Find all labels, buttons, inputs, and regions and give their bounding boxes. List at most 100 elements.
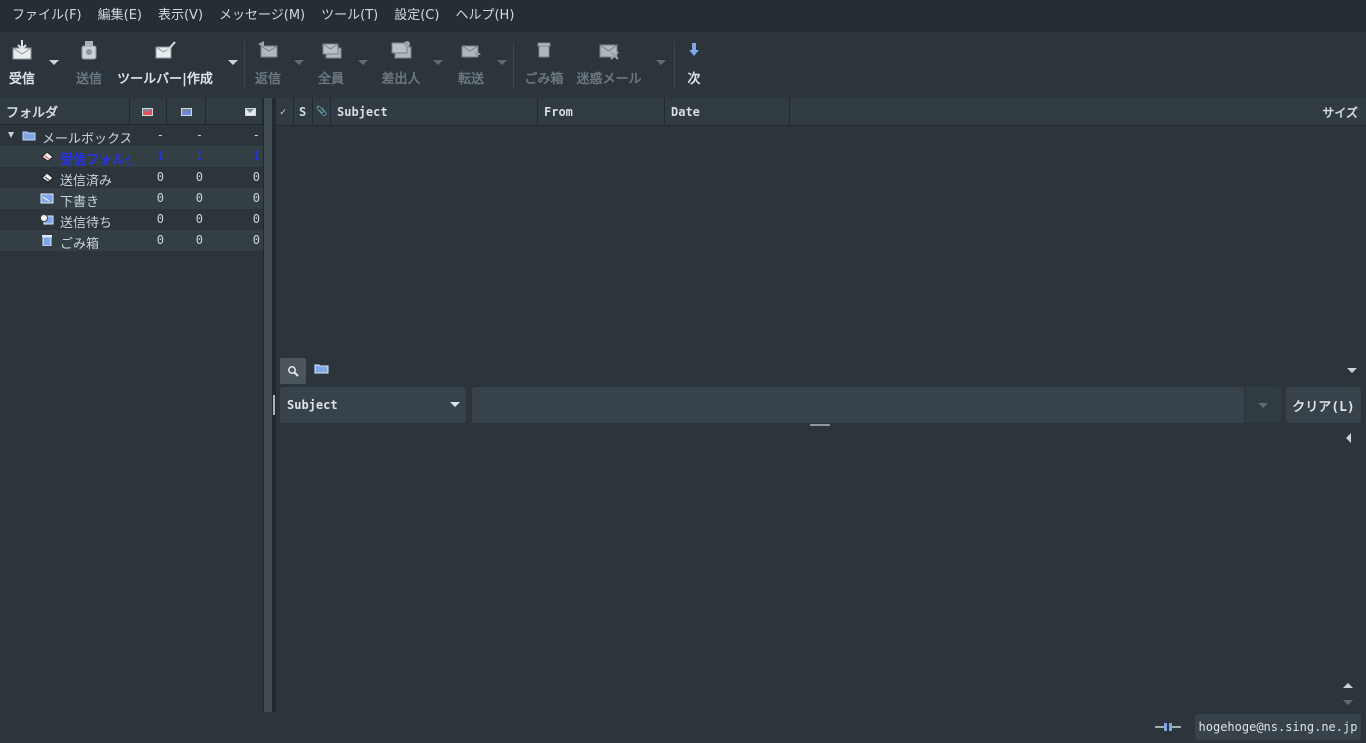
forward-icon bbox=[459, 36, 483, 64]
junk-button[interactable]: 迷惑メール bbox=[576, 36, 642, 92]
send-label: 送信 bbox=[75, 72, 102, 87]
compose-button[interactable]: ツールバー|作成 bbox=[116, 36, 214, 92]
menu-edit[interactable]: 編集(E) bbox=[90, 0, 150, 32]
menu-view[interactable]: 表示(V) bbox=[150, 0, 211, 32]
toolbar: 受信 送信 ツールバー|作成 返信 全員 差出人 転送 ごみ箱 迷惑メール 次 bbox=[0, 32, 1366, 98]
send-icon bbox=[77, 36, 101, 64]
new-count-column-header[interactable] bbox=[130, 98, 168, 125]
folder-name: 下書き bbox=[60, 195, 100, 210]
forward-dropdown-button[interactable] bbox=[497, 60, 507, 65]
folder-row-draft[interactable]: 下書き 0 0 0 bbox=[0, 188, 263, 210]
menu-settings[interactable]: 設定(C) bbox=[386, 0, 447, 32]
menu-file[interactable]: ファイル(F) bbox=[4, 0, 90, 32]
reply-icon bbox=[256, 36, 280, 64]
send-button[interactable]: 送信 bbox=[74, 36, 104, 92]
menu-message[interactable]: メッセージ(M) bbox=[211, 0, 313, 32]
receive-button[interactable]: 受信 bbox=[8, 36, 36, 92]
folder-total-count: - bbox=[252, 128, 260, 142]
quick-search-collapse-icon[interactable] bbox=[1347, 368, 1357, 373]
folder-column-header[interactable]: フォルダ bbox=[0, 98, 130, 125]
reply-all-button[interactable]: 全員 bbox=[316, 36, 346, 92]
scroll-up-icon[interactable] bbox=[1343, 683, 1353, 688]
scroll-left-icon[interactable] bbox=[1346, 433, 1351, 443]
folder-row-inbox[interactable]: 受信フォルダ 1 1 1 bbox=[0, 146, 263, 168]
trash-button[interactable]: ごみ箱 bbox=[524, 36, 564, 92]
reply-sender-dropdown-button[interactable] bbox=[433, 60, 443, 65]
clear-button[interactable]: クリア(L) bbox=[1286, 387, 1361, 423]
junk-label: 迷惑メール bbox=[576, 72, 642, 87]
size-column-header[interactable]: サイズ bbox=[790, 98, 1366, 126]
pane-resize-handle[interactable] bbox=[810, 424, 830, 426]
reply-all-dropdown-button[interactable] bbox=[358, 60, 368, 65]
menu-tools[interactable]: ツール(T) bbox=[313, 0, 386, 32]
search-toggle-button[interactable] bbox=[280, 358, 306, 384]
arrow-down-icon bbox=[688, 36, 700, 64]
trash-icon bbox=[42, 235, 52, 246]
folder-new-count: 0 bbox=[156, 170, 164, 184]
reply-dropdown-button[interactable] bbox=[294, 60, 304, 65]
compose-icon bbox=[153, 36, 177, 64]
folder-row-trash[interactable]: ごみ箱 0 0 0 bbox=[0, 230, 263, 252]
folder-header: フォルダ bbox=[0, 98, 263, 125]
folder-new-count: 0 bbox=[156, 212, 164, 226]
folder-pane: フォルダ メールボックス - - - 受信フォルダ 1 1 1 送信済み 0 0… bbox=[0, 98, 264, 712]
date-column-header[interactable]: Date bbox=[665, 98, 790, 126]
message-view[interactable] bbox=[276, 428, 1332, 710]
folder-unread-count: 1 bbox=[195, 149, 203, 163]
message-view-scrollbar[interactable] bbox=[1332, 428, 1366, 710]
pane-splitter[interactable] bbox=[264, 98, 272, 712]
trash-can-icon bbox=[534, 36, 554, 64]
compose-label: ツールバー|作成 bbox=[117, 72, 213, 87]
account-label[interactable]: hogehoge@ns.sing.ne.jp bbox=[1195, 714, 1361, 740]
receive-dropdown-button[interactable] bbox=[49, 60, 59, 65]
receive-icon bbox=[10, 36, 34, 64]
toolbar-separator bbox=[513, 42, 514, 88]
mark-column-header[interactable]: ✓ bbox=[276, 98, 294, 126]
total-count-column-header[interactable] bbox=[206, 98, 263, 125]
reply-sender-label: 差出人 bbox=[381, 72, 421, 87]
queue-icon bbox=[40, 214, 54, 225]
trash-label: ごみ箱 bbox=[524, 72, 564, 87]
menu-bar: ファイル(F) 編集(E) 表示(V) メッセージ(M) ツール(T) 設定(C… bbox=[0, 0, 1366, 32]
search-history-dropdown[interactable] bbox=[1245, 387, 1281, 423]
reply-button[interactable]: 返信 bbox=[253, 36, 283, 92]
subject-column-header[interactable]: Subject bbox=[331, 98, 538, 126]
quick-search-marker bbox=[273, 395, 275, 415]
attachment-column-header[interactable]: 📎 bbox=[313, 98, 331, 126]
folder-row-mailbox[interactable]: メールボックス - - - bbox=[0, 125, 263, 147]
folder-row-queue[interactable]: 送信待ち 0 0 0 bbox=[0, 209, 263, 231]
folder-row-sent[interactable]: 送信済み 0 0 0 bbox=[0, 167, 263, 189]
folder-name: メールボックス bbox=[42, 132, 130, 147]
toolbar-separator bbox=[244, 42, 245, 88]
folder-new-count: 1 bbox=[156, 149, 164, 163]
folder-unread-count: 0 bbox=[195, 170, 203, 184]
search-input[interactable] bbox=[472, 387, 1244, 423]
status-column-header[interactable]: S bbox=[294, 98, 313, 126]
scroll-down-icon[interactable] bbox=[1343, 700, 1353, 705]
chevron-down-icon bbox=[450, 402, 460, 407]
unread-count-column-header[interactable] bbox=[167, 98, 207, 125]
receive-label: 受信 bbox=[8, 72, 35, 87]
expander-icon[interactable] bbox=[8, 132, 14, 138]
sent-icon bbox=[41, 172, 54, 183]
message-list[interactable] bbox=[276, 126, 1366, 352]
forward-button[interactable]: 転送 bbox=[456, 36, 486, 92]
folder-search-icon[interactable] bbox=[314, 362, 329, 374]
folder-name: ごみ箱 bbox=[60, 237, 100, 252]
folder-name: 受信フォルダ bbox=[60, 153, 130, 168]
folder-total-count: 0 bbox=[252, 233, 260, 247]
next-button[interactable]: 次 bbox=[684, 36, 704, 92]
reply-sender-icon bbox=[389, 36, 413, 64]
search-field-select[interactable]: Subject bbox=[280, 387, 466, 423]
reply-label: 返信 bbox=[254, 72, 281, 87]
folder-new-count: - bbox=[156, 128, 164, 142]
junk-dropdown-button[interactable] bbox=[656, 60, 666, 65]
reply-sender-button[interactable]: 差出人 bbox=[381, 36, 421, 92]
message-list-header: ✓ S 📎 Subject From Date サイズ bbox=[276, 98, 1366, 126]
folder-unread-count: 0 bbox=[195, 212, 203, 226]
from-column-header[interactable]: From bbox=[538, 98, 665, 126]
compose-dropdown-button[interactable] bbox=[228, 60, 238, 65]
folder-name: 送信待ち bbox=[60, 216, 113, 231]
online-status-icon[interactable] bbox=[1154, 720, 1182, 734]
menu-help[interactable]: ヘルプ(H) bbox=[447, 0, 522, 32]
